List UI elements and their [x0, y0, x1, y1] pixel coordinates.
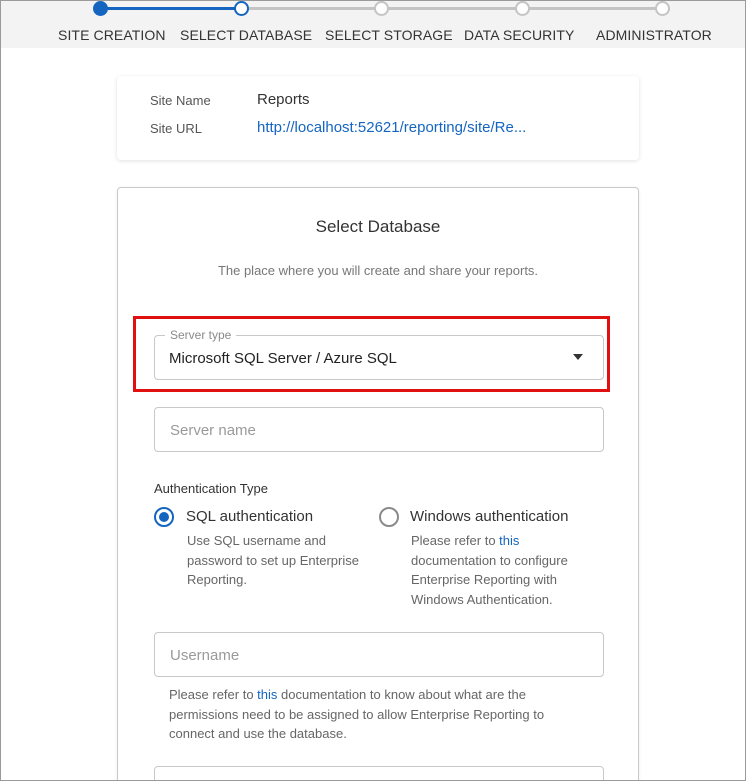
sql-auth-description: Use SQL username and password to set up … [187, 531, 387, 590]
auth-type-label: Authentication Type [154, 481, 268, 496]
sql-auth-radio[interactable] [154, 507, 174, 527]
site-info-card: Site Name Reports Site URL http://localh… [117, 76, 639, 160]
step-dot-administrator[interactable] [655, 1, 670, 16]
windows-auth-desc-line: Windows Authentication. [411, 591, 553, 607]
windows-auth-desc-prefix: Please refer to [411, 533, 500, 548]
server-name-input[interactable]: Server name [154, 407, 604, 452]
setup-stepper: SITE CREATION SELECT DATABASE SELECT STO… [1, 0, 745, 48]
sql-auth-desc-line: password to set up Enterprise [187, 552, 359, 568]
sql-auth-label[interactable]: SQL authentication [186, 508, 313, 525]
windows-auth-description: Please refer to this documentation to co… [411, 531, 611, 609]
sql-auth-desc-line: Use SQL username and [187, 533, 326, 548]
card-title: Select Database [315, 217, 441, 236]
permissions-doc-link[interactable]: this [257, 687, 277, 702]
step-label-select-storage: SELECT STORAGE [325, 27, 453, 43]
card-subtitle: The place where you will create and shar… [217, 263, 539, 278]
site-name-label: Site Name [150, 93, 211, 108]
step-dot-site-creation[interactable] [93, 1, 108, 16]
windows-auth-desc-line: Please refer to this [411, 531, 611, 551]
password-input[interactable] [154, 766, 604, 781]
username-placeholder: Username [170, 647, 240, 664]
step-dot-data-security[interactable] [515, 1, 530, 16]
permissions-help-text: Please refer to this documentation to kn… [169, 685, 589, 744]
stepper-progress-line [100, 7, 241, 10]
sql-auth-desc-line: Reporting. [187, 572, 247, 587]
username-input[interactable]: Username [154, 632, 604, 677]
windows-auth-doc-link[interactable]: this [499, 533, 519, 548]
step-label-site-creation: SITE CREATION [58, 27, 166, 43]
windows-auth-radio[interactable] [379, 507, 399, 527]
site-url-label: Site URL [150, 121, 203, 136]
highlight-box [133, 316, 610, 392]
step-label-select-database: SELECT DATABASE [180, 27, 313, 43]
stepper-remaining-line [241, 7, 663, 10]
help-prefix: Please refer to [169, 687, 258, 702]
step-dot-select-storage[interactable] [374, 1, 389, 16]
windows-auth-desc-line: documentation to configure [411, 552, 568, 568]
step-label-data-security: DATA SECURITY [464, 27, 575, 43]
step-dot-select-database[interactable] [234, 1, 249, 16]
step-label-administrator: ADMINISTRATOR [596, 27, 712, 43]
site-name-value: Reports [257, 91, 310, 108]
site-url-link[interactable]: http://localhost:52621/reporting/site/Re… [257, 119, 577, 136]
windows-auth-desc-line: Enterprise Reporting with [411, 572, 557, 587]
windows-auth-label[interactable]: Windows authentication [410, 508, 568, 525]
server-name-placeholder: Server name [170, 422, 256, 439]
